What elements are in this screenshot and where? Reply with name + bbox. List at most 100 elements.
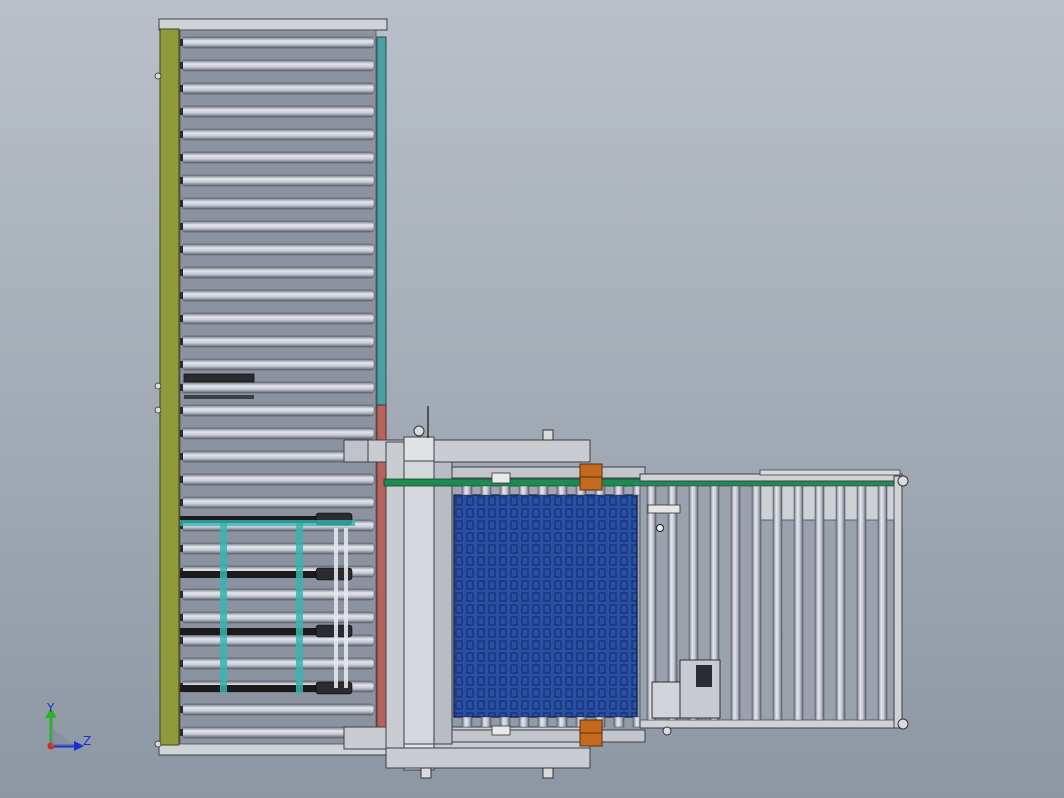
rail-pin-icon bbox=[154, 382, 162, 390]
roller-shaft-end bbox=[180, 292, 183, 299]
end-roller-cap-icon bbox=[662, 726, 672, 736]
roller-shaft-end bbox=[180, 499, 183, 506]
edge-roller bbox=[499, 485, 511, 496]
edge-roller bbox=[613, 485, 625, 496]
left-column bbox=[385, 441, 405, 769]
clamp-block bbox=[491, 472, 511, 484]
horizontal-roller bbox=[181, 36, 375, 49]
mount-bolt-bottom bbox=[542, 767, 554, 779]
end-roller-cap-icon bbox=[897, 475, 909, 487]
edge-roller bbox=[518, 716, 530, 728]
roller-shaft-end bbox=[180, 39, 183, 46]
bolt-icon bbox=[656, 524, 664, 532]
edge-roller bbox=[556, 716, 568, 728]
roller-shaft-end bbox=[180, 729, 183, 736]
top-inner-beam bbox=[451, 466, 646, 479]
roller-shaft-end bbox=[180, 384, 183, 391]
rail-pin-icon bbox=[154, 72, 162, 80]
horizontal-roller bbox=[181, 151, 375, 164]
z-axis-label: Z bbox=[83, 734, 91, 748]
lift-crossbar-teal bbox=[180, 520, 355, 526]
teal-side-rail bbox=[376, 36, 387, 406]
guide-bracket bbox=[647, 504, 681, 514]
vertical-roller bbox=[751, 485, 762, 721]
roller-shaft-end bbox=[180, 223, 183, 230]
motor-housing bbox=[696, 665, 712, 687]
edge-roller bbox=[499, 716, 511, 728]
horizontal-roller bbox=[181, 82, 375, 95]
edge-roller bbox=[537, 485, 549, 496]
vertical-roller-conveyor[interactable] bbox=[154, 18, 388, 756]
horizontal-roller bbox=[181, 381, 375, 394]
roller-shaft-end bbox=[180, 637, 183, 644]
horizontal-roller bbox=[181, 427, 375, 440]
edge-roller bbox=[461, 485, 473, 496]
horizontal-roller-conveyor[interactable] bbox=[639, 469, 909, 736]
horizontal-roller bbox=[181, 220, 375, 233]
horizontal-roller bbox=[181, 266, 375, 279]
lift-beam-teal bbox=[296, 523, 303, 693]
horizontal-roller bbox=[181, 128, 375, 141]
y-axis-label: Y bbox=[46, 701, 55, 715]
vertical-roller bbox=[877, 485, 888, 721]
horizontal-roller bbox=[181, 496, 375, 509]
roller-shaft-end bbox=[180, 200, 183, 207]
roller-shaft-end bbox=[180, 131, 183, 138]
main-column bbox=[403, 436, 435, 771]
stopper-mechanism bbox=[183, 373, 255, 383]
lift-guide-rod bbox=[344, 528, 348, 688]
horizontal-roller bbox=[181, 404, 375, 417]
horizontal-roller bbox=[181, 312, 375, 325]
vertical-roller bbox=[814, 485, 825, 721]
edge-roller bbox=[556, 485, 568, 496]
mount-bolt-top bbox=[542, 429, 554, 441]
vertical-roller bbox=[730, 485, 741, 721]
roller-shaft-end bbox=[180, 591, 183, 598]
horizontal-roller bbox=[181, 105, 375, 118]
roller-shaft-end bbox=[180, 453, 183, 460]
cad-viewport[interactable]: Y Z bbox=[0, 0, 1064, 798]
roller-shaft-end bbox=[180, 85, 183, 92]
roller-shaft-end bbox=[180, 269, 183, 276]
stopper-bracket bbox=[184, 395, 254, 399]
horizontal-roller bbox=[181, 243, 375, 256]
edge-roller bbox=[537, 716, 549, 728]
rail-pin-icon bbox=[154, 406, 162, 414]
roller-shaft-end bbox=[180, 361, 183, 368]
vertical-roller bbox=[835, 485, 846, 721]
horizontal-roller bbox=[181, 335, 375, 348]
right-column bbox=[433, 461, 453, 745]
modular-plastic-belt bbox=[453, 494, 638, 718]
roller-shaft-end bbox=[180, 315, 183, 322]
roller-shaft-end bbox=[180, 545, 183, 552]
top-rail-strip bbox=[759, 469, 901, 476]
roller-shaft-end bbox=[180, 62, 183, 69]
edge-roller bbox=[480, 485, 492, 496]
edge-roller bbox=[518, 485, 530, 496]
edge-roller bbox=[480, 716, 492, 728]
roller-shaft-end bbox=[180, 108, 183, 115]
conveyor-frame-top bbox=[158, 18, 388, 31]
olive-side-rail bbox=[159, 28, 180, 746]
horizontal-roller bbox=[181, 358, 375, 371]
horizontal-roller bbox=[181, 473, 375, 486]
roller-shaft-end bbox=[180, 338, 183, 345]
roller-shaft-end bbox=[180, 706, 183, 713]
lift-beam-teal bbox=[220, 523, 227, 693]
horizontal-roller bbox=[181, 703, 375, 716]
conveyor-assembly-drawing: Y Z bbox=[0, 0, 1064, 798]
motor-mount bbox=[651, 681, 681, 719]
roller-shaft-end bbox=[180, 154, 183, 161]
roller-shaft-end bbox=[180, 407, 183, 414]
right-end-plate bbox=[893, 475, 903, 729]
horizontal-roller bbox=[181, 197, 375, 210]
roller-shaft-end bbox=[180, 246, 183, 253]
bottom-inner-beam bbox=[451, 729, 646, 743]
horizontal-roller bbox=[181, 289, 375, 302]
edge-roller bbox=[613, 716, 625, 728]
sensor-icon bbox=[413, 425, 425, 437]
clamp-block bbox=[491, 725, 511, 736]
mount-bolt-bottom-left bbox=[420, 767, 432, 779]
roller-shaft-end bbox=[180, 614, 183, 621]
roller-shaft-end bbox=[180, 177, 183, 184]
